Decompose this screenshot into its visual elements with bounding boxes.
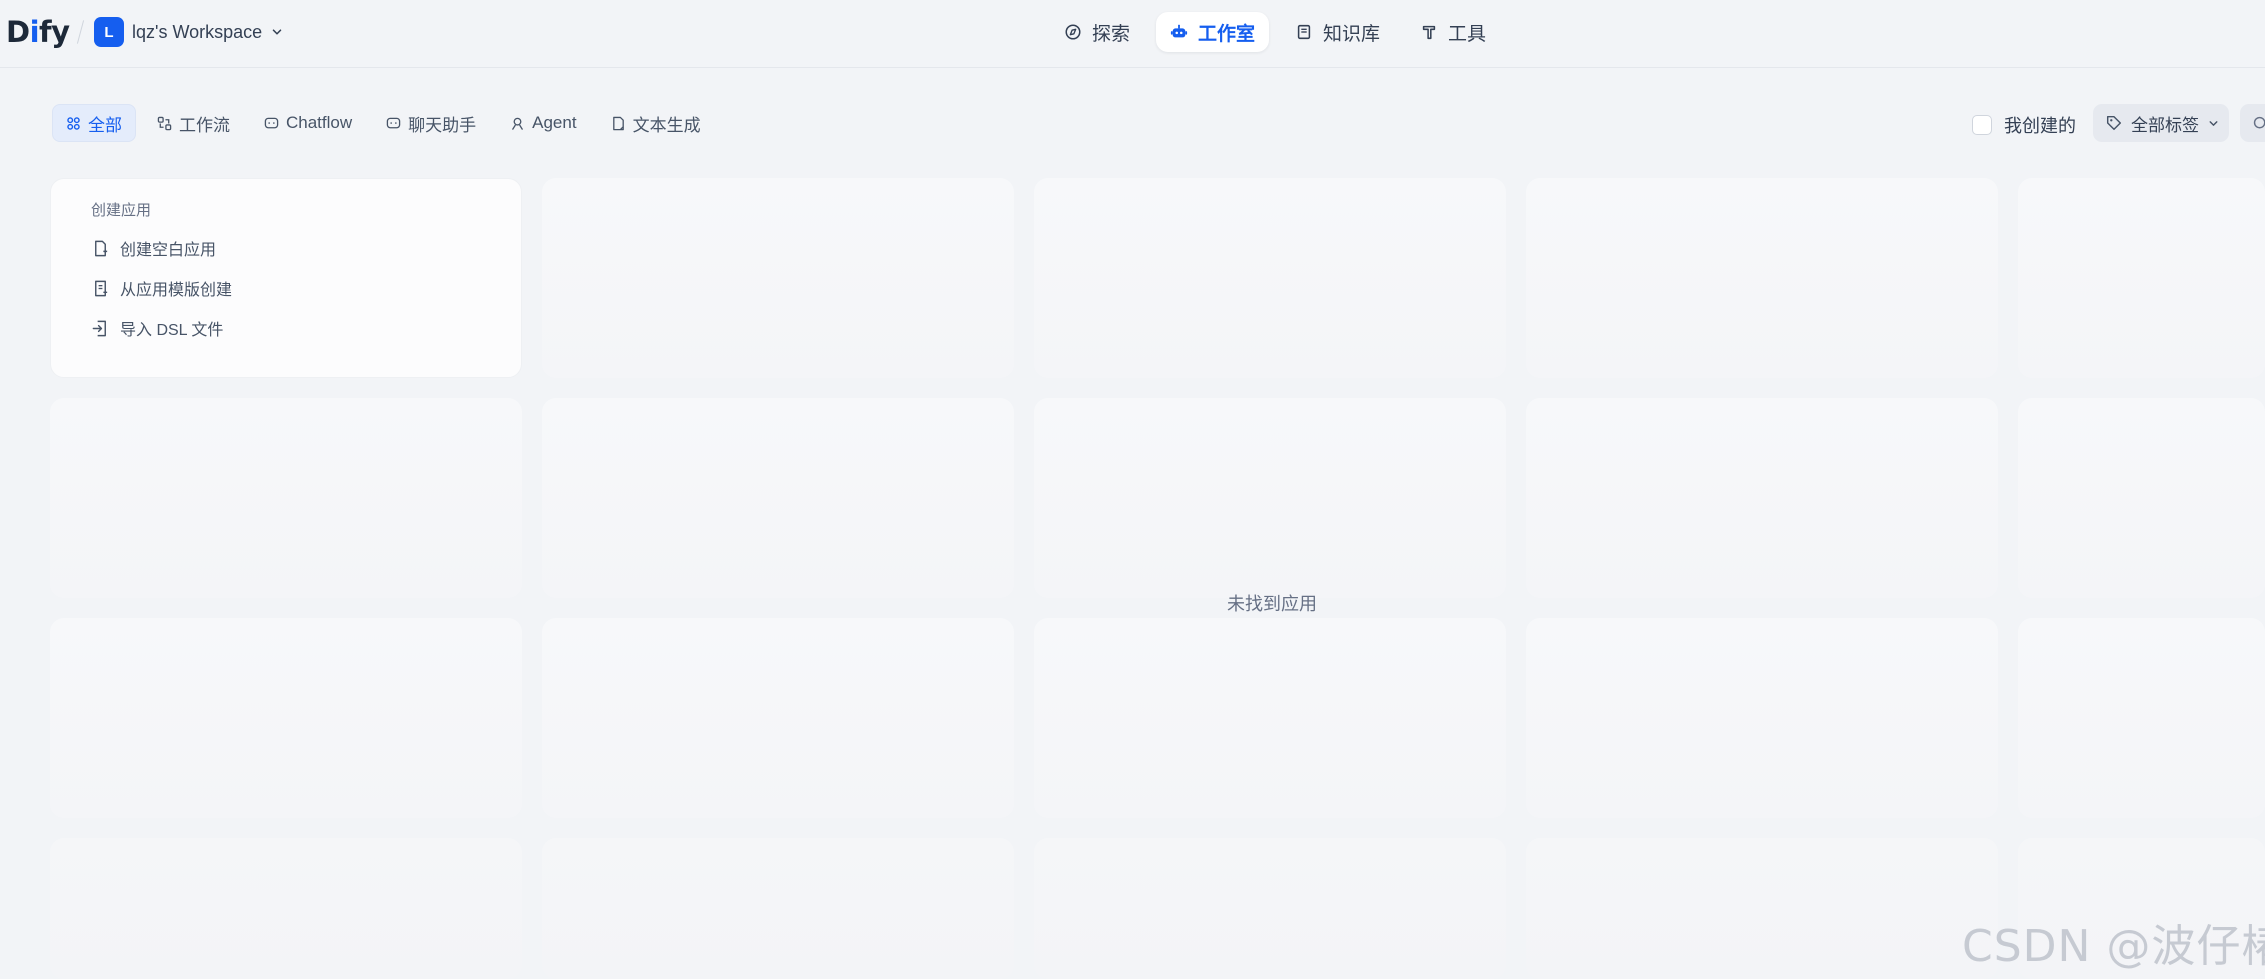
page: Dify L lqz's Workspace 探索 工作室 知识库 工具 全部 … <box>0 0 2265 979</box>
tab-label: 全部 <box>88 115 122 135</box>
nav-explore[interactable]: 探索 <box>1050 12 1144 52</box>
tab-agent[interactable]: Agent <box>497 104 589 142</box>
compass-icon <box>1065 24 1081 40</box>
robot-icon <box>1170 24 1188 38</box>
chatflow-icon <box>264 117 279 128</box>
workspace-switcher[interactable]: L lqz's Workspace <box>94 17 284 47</box>
app-card-placeholder <box>542 618 1014 818</box>
app-card-placeholder <box>1526 838 1998 979</box>
grid-icon <box>67 116 80 130</box>
create-app-card: 创建应用 创建空白应用 从应用模版创建 导入 DSL 文件 <box>50 178 522 378</box>
tag-filter-label: 全部标签 <box>2131 115 2199 135</box>
document-icon <box>612 116 624 130</box>
app-card-placeholder <box>542 398 1014 598</box>
tag-icon <box>2106 115 2122 131</box>
workspace-avatar: L <box>94 17 124 47</box>
chat-bubble-icon <box>386 117 401 128</box>
app-card-placeholder <box>542 838 1014 979</box>
chevron-down-icon <box>272 29 282 35</box>
import-dsl-button[interactable]: 导入 DSL 文件 <box>91 312 481 344</box>
chevron-down-icon <box>2209 120 2218 126</box>
tab-chatflow[interactable]: Chatflow <box>251 104 365 142</box>
top-bar: Dify L lqz's Workspace 探索 工作室 知识库 工具 <box>0 0 2265 68</box>
nav-label: 知识库 <box>1323 23 1381 45</box>
nav-label: 工具 <box>1448 23 1487 45</box>
book-icon <box>1297 24 1311 40</box>
create-item-label: 导入 DSL 文件 <box>120 322 224 339</box>
app-card-placeholder <box>2018 398 2265 598</box>
tab-label: Agent <box>532 113 577 132</box>
hammer-icon <box>1422 25 1436 40</box>
empty-state-text: 未找到应用 <box>1227 594 1317 614</box>
app-card-placeholder <box>1526 618 1998 818</box>
create-from-template-button[interactable]: 从应用模版创建 <box>91 272 481 304</box>
dify-logo[interactable]: Dify <box>6 14 70 50</box>
app-card-placeholder <box>50 398 522 598</box>
tab-label: 聊天助手 <box>408 115 477 135</box>
search-icon <box>2253 116 2265 128</box>
created-by-me-filter[interactable]: 我创建的 <box>1972 112 2076 138</box>
tab-workflow[interactable]: 工作流 <box>144 104 243 142</box>
app-card-placeholder <box>1034 618 1506 818</box>
tab-label: Chatflow <box>286 113 353 132</box>
tab-label: 工作流 <box>179 115 230 135</box>
tab-text-generation[interactable]: 文本生成 <box>598 104 714 142</box>
app-card-placeholder <box>1526 178 1998 378</box>
main-nav: 探索 工作室 知识库 工具 <box>1050 12 1500 54</box>
tab-chat-assistant[interactable]: 聊天助手 <box>373 104 489 142</box>
nav-knowledge[interactable]: 知识库 <box>1281 12 1394 52</box>
app-card-placeholder <box>1034 838 1506 979</box>
template-icon <box>95 280 108 296</box>
nav-label: 工作室 <box>1198 23 1256 45</box>
nav-studio[interactable]: 工作室 <box>1156 12 1270 52</box>
created-by-me-checkbox[interactable] <box>1972 115 1992 135</box>
watermark: CSDN @波仔椿 <box>1962 921 2265 972</box>
file-plus-icon <box>95 240 108 256</box>
divider <box>76 20 85 44</box>
create-app-title: 创建应用 <box>91 202 152 219</box>
app-card-placeholder <box>1034 398 1506 598</box>
search-input[interactable] <box>2240 104 2265 142</box>
tab-all[interactable]: 全部 <box>52 104 136 142</box>
agent-icon <box>512 117 523 130</box>
create-item-label: 创建空白应用 <box>120 242 217 259</box>
create-item-label: 从应用模版创建 <box>120 282 233 299</box>
app-card-placeholder <box>50 838 522 979</box>
file-import-icon <box>92 320 106 336</box>
nav-tools[interactable]: 工具 <box>1406 12 1500 52</box>
app-card-placeholder <box>2018 618 2265 818</box>
app-card-placeholder <box>1034 178 1506 378</box>
app-card-placeholder <box>2018 178 2265 378</box>
tag-filter-dropdown[interactable]: 全部标签 <box>2093 104 2229 142</box>
create-blank-app-button[interactable]: 创建空白应用 <box>91 232 481 264</box>
tab-label: 文本生成 <box>632 115 701 135</box>
app-type-tabs: 全部 工作流 Chatflow 聊天助手 Agent 文本生成 <box>52 104 714 142</box>
app-card-placeholder <box>1526 398 1998 598</box>
workspace-name: lqz's Workspace <box>132 21 263 42</box>
app-card-placeholder <box>50 618 522 818</box>
created-by-me-label: 我创建的 <box>2004 116 2076 136</box>
app-card-placeholder <box>542 178 1014 378</box>
workflow-icon <box>157 116 172 130</box>
nav-label: 探索 <box>1092 23 1131 45</box>
